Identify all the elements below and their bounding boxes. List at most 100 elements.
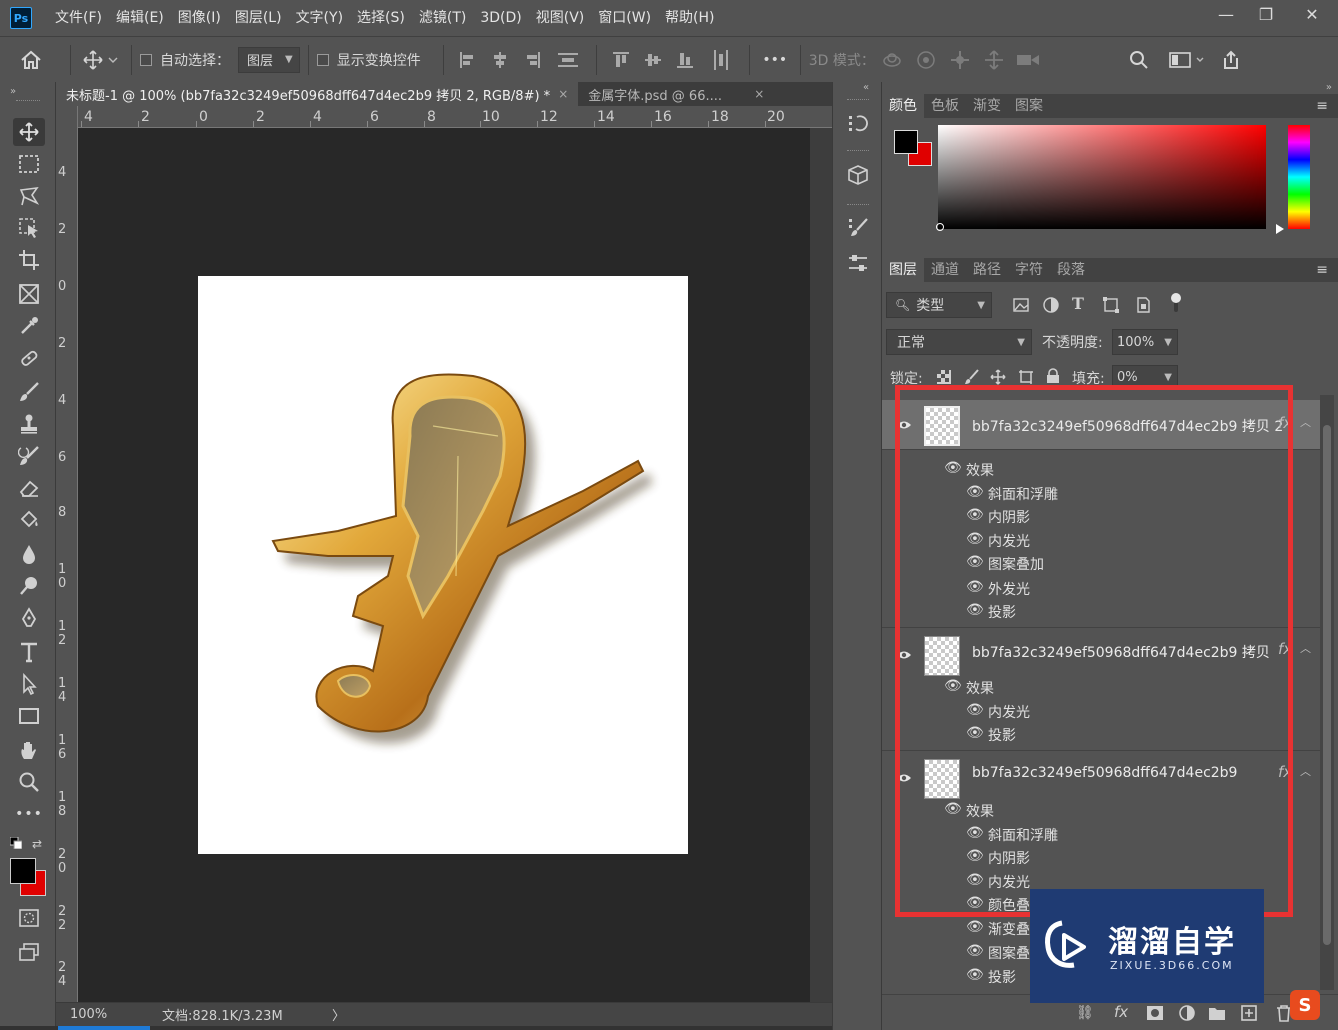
tab-layers[interactable]: 图层 bbox=[882, 258, 924, 282]
new-group-icon[interactable] bbox=[1208, 1005, 1226, 1021]
screen-mode-icon[interactable] bbox=[13, 938, 45, 966]
tab-gradients[interactable]: 渐变 bbox=[966, 94, 1008, 118]
marquee-tool-icon[interactable] bbox=[13, 150, 45, 178]
crop-tool-icon[interactable] bbox=[13, 246, 45, 274]
align-bottom-icon[interactable] bbox=[669, 37, 701, 83]
collapse-toolbar-icon[interactable]: » bbox=[10, 86, 16, 97]
restore-button[interactable]: ❐ bbox=[1246, 0, 1286, 28]
hue-slider-handle[interactable] bbox=[1276, 224, 1284, 234]
menu-image[interactable]: 图像(I) bbox=[171, 0, 228, 36]
menu-select[interactable]: 选择(S) bbox=[350, 0, 412, 36]
opacity-input[interactable]: 100% ▼ bbox=[1112, 329, 1178, 355]
foreground-color-swatch[interactable] bbox=[10, 858, 36, 884]
visibility-eye-icon[interactable]: 👁︎ bbox=[966, 943, 984, 959]
menu-file[interactable]: 文件(F) bbox=[48, 0, 109, 36]
object-selection-tool-icon[interactable] bbox=[13, 214, 45, 242]
3d-slide-icon[interactable] bbox=[977, 37, 1011, 83]
distribute-vertical-icon[interactable] bbox=[548, 37, 588, 83]
align-center-icon[interactable] bbox=[484, 37, 516, 83]
tab-paths[interactable]: 路径 bbox=[966, 258, 1008, 282]
frame-tool-icon[interactable] bbox=[13, 280, 45, 308]
toolbar-grip[interactable] bbox=[16, 100, 40, 101]
document-info[interactable]: 文档:828.1K/3.23M bbox=[162, 1005, 332, 1024]
distribute-horizontal-icon[interactable] bbox=[701, 37, 741, 83]
default-colors-icon[interactable] bbox=[9, 836, 23, 850]
brush-settings-icon[interactable] bbox=[843, 212, 873, 242]
blend-mode-dropdown[interactable]: 正常 ▼ bbox=[886, 329, 1032, 355]
tab-untitled-1[interactable]: 未标题-1 @ 100% (bb7fa32c3249ef50968dff647d… bbox=[56, 82, 579, 106]
zoom-level[interactable]: 100% bbox=[70, 1007, 162, 1022]
type-tool-icon[interactable] bbox=[13, 638, 45, 666]
pen-tool-icon[interactable] bbox=[13, 604, 45, 632]
menu-3d[interactable]: 3D(D) bbox=[473, 0, 528, 36]
eyedropper-tool-icon[interactable] bbox=[13, 312, 45, 340]
panel-menu-icon[interactable]: ≡ bbox=[1316, 94, 1328, 118]
3d-roll-icon[interactable] bbox=[909, 37, 943, 83]
visibility-eye-icon[interactable]: 👁︎ bbox=[966, 919, 984, 935]
filter-adjustment-icon[interactable] bbox=[1042, 296, 1060, 314]
add-mask-icon[interactable] bbox=[1146, 1005, 1164, 1021]
brush-tool-icon[interactable] bbox=[13, 378, 45, 406]
color-picker-marker[interactable] bbox=[936, 223, 944, 231]
healing-brush-tool-icon[interactable] bbox=[13, 344, 45, 372]
lasso-tool-icon[interactable] bbox=[13, 182, 45, 210]
auto-select-dropdown[interactable]: 图层 ▼ bbox=[238, 46, 300, 73]
lock-all-icon[interactable] bbox=[1046, 368, 1060, 384]
move-tool-icon[interactable] bbox=[13, 118, 45, 146]
adjustment-layer-icon[interactable] bbox=[1178, 1004, 1196, 1022]
dock-grip[interactable] bbox=[847, 99, 869, 102]
hue-slider[interactable] bbox=[1288, 125, 1310, 229]
menu-filter[interactable]: 滤镜(T) bbox=[412, 0, 473, 36]
panel-menu-icon[interactable]: ≡ bbox=[1316, 258, 1328, 282]
filter-shape-icon[interactable] bbox=[1102, 296, 1120, 314]
status-arrow-icon[interactable]: 〉 bbox=[332, 1005, 345, 1024]
path-selection-tool-icon[interactable] bbox=[13, 670, 45, 698]
new-layer-icon[interactable] bbox=[1240, 1004, 1258, 1022]
collapse-dock-icon[interactable]: « bbox=[863, 82, 869, 93]
align-right-icon[interactable] bbox=[516, 37, 548, 83]
lock-transparent-icon[interactable] bbox=[936, 369, 952, 385]
workspace-icon[interactable] bbox=[1163, 37, 1211, 83]
align-middle-icon[interactable] bbox=[637, 37, 669, 83]
tab-metal-font[interactable]: 金属字体.psd @ 66.... × bbox=[578, 82, 774, 106]
lock-artboard-icon[interactable] bbox=[1018, 369, 1034, 385]
chevron-up-icon[interactable]: ︿ bbox=[1300, 640, 1311, 656]
more-options-button[interactable]: ••• bbox=[758, 52, 792, 68]
menu-layer[interactable]: 图层(L) bbox=[228, 0, 289, 36]
paint-bucket-tool-icon[interactable] bbox=[13, 506, 45, 534]
3d-scale-icon[interactable] bbox=[1011, 37, 1045, 83]
move-tool-preset-icon[interactable] bbox=[79, 37, 123, 83]
lock-position-icon[interactable] bbox=[990, 369, 1006, 385]
eraser-tool-icon[interactable] bbox=[13, 474, 45, 502]
hand-tool-icon[interactable] bbox=[13, 736, 45, 764]
tab-patterns[interactable]: 图案 bbox=[1008, 94, 1050, 118]
chevron-up-icon[interactable]: ︿ bbox=[1300, 414, 1311, 430]
filter-pixel-icon[interactable] bbox=[1012, 296, 1030, 314]
close-tab-icon[interactable]: × bbox=[558, 87, 568, 101]
color-field[interactable] bbox=[938, 125, 1266, 229]
menu-help[interactable]: 帮助(H) bbox=[658, 0, 721, 36]
filter-type-icon[interactable]: T bbox=[1072, 294, 1090, 314]
3d-orbit-icon[interactable] bbox=[875, 37, 909, 83]
edit-toolbar-icon[interactable]: ••• bbox=[13, 800, 45, 828]
tab-swatches[interactable]: 色板 bbox=[924, 94, 966, 118]
menu-view[interactable]: 视图(V) bbox=[529, 0, 592, 36]
menu-edit[interactable]: 编辑(E) bbox=[109, 0, 171, 36]
dock-grip[interactable] bbox=[847, 150, 869, 153]
zoom-tool-icon[interactable] bbox=[13, 768, 45, 796]
auto-select-checkbox[interactable] bbox=[140, 53, 152, 66]
tab-color[interactable]: 颜色 bbox=[882, 94, 924, 118]
history-brush-tool-icon[interactable] bbox=[13, 442, 45, 470]
document-canvas[interactable] bbox=[198, 276, 688, 854]
blur-tool-icon[interactable] bbox=[13, 540, 45, 568]
visibility-eye-icon[interactable]: 👁︎ bbox=[966, 967, 984, 983]
link-layers-icon[interactable]: ⛓︎ bbox=[1076, 1005, 1096, 1021]
close-button[interactable]: ✕ bbox=[1286, 0, 1338, 28]
filter-smart-object-icon[interactable] bbox=[1134, 296, 1152, 314]
horizontal-ruler[interactable]: 4 2 0 2 4 6 8 10 12 14 16 18 20 bbox=[78, 106, 832, 128]
quick-mask-icon[interactable] bbox=[13, 904, 45, 932]
canvas-vertical-scrollbar[interactable] bbox=[810, 128, 832, 1002]
history-panel-icon[interactable] bbox=[843, 108, 873, 138]
rectangle-tool-icon[interactable] bbox=[13, 702, 45, 730]
lock-pixels-icon[interactable] bbox=[964, 369, 980, 385]
